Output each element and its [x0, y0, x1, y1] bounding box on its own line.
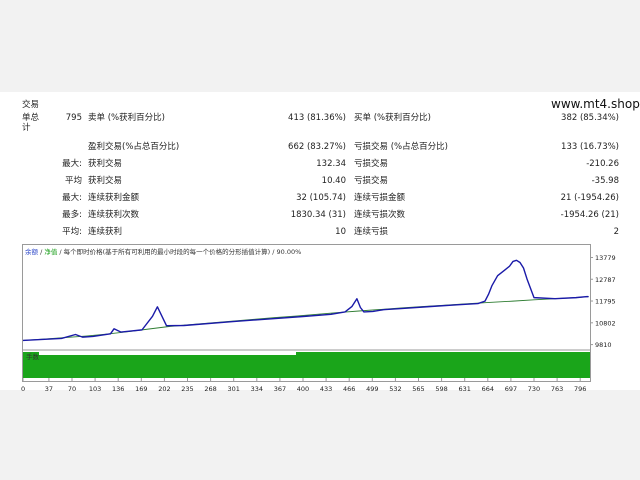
- y-tick-label: 13779: [595, 254, 616, 262]
- x-tick-label: 532: [389, 385, 401, 393]
- average-label: 平均: [64, 176, 82, 186]
- y-tick-label: 9810: [595, 341, 612, 349]
- x-tick-label: 0: [21, 385, 25, 393]
- max-consec-wins-amount-label: 连续获利金额: [88, 193, 140, 203]
- max-consec-profit-count-value: 1830.34 (31): [290, 210, 346, 220]
- volume-label: 手数: [26, 352, 40, 361]
- volume-gap: [39, 352, 296, 355]
- y-tick-label: 11795: [595, 298, 616, 306]
- avg-consec-losses-label: 连续亏损: [354, 227, 389, 237]
- loss-trades-value: 133 (16.73%): [561, 142, 619, 152]
- x-tick-label: 697: [505, 385, 517, 393]
- x-tick-label: 301: [227, 385, 239, 393]
- x-tick-label: 37: [45, 385, 53, 393]
- x-tick-label: 136: [112, 385, 124, 393]
- x-tick-label: 268: [204, 385, 216, 393]
- y-tick-label: 10802: [595, 319, 616, 327]
- largest-label: 最大:: [62, 159, 82, 169]
- x-tick-label: 169: [135, 385, 147, 393]
- avg-consec-losses-value: 2: [613, 227, 619, 237]
- x-tick-label: 235: [181, 385, 193, 393]
- balance-chart: 余额 / 净值 / 每个即时价格(基于所有可利用的最小时段的每一个价格的分形插值…: [21, 244, 616, 393]
- average-loss-value: -35.98: [591, 176, 619, 186]
- total-label: 单总 计: [22, 113, 40, 133]
- stats-row-total: 单总 计 795 卖单 (%获利百分比) 413 (81.36%) 买单 (%获…: [0, 113, 640, 133]
- max-consec-losses-amount-value: 21 (-1954.26): [560, 193, 619, 203]
- chart-svg: 手数 9810 10802 11795 12787 13779 0 37 70 103 136 169…: [21, 254, 616, 393]
- stats-row-max-consec-amount: 最大: 连续获利金额 32 (105.74) 连续亏损金额 21 (-1954.…: [0, 193, 640, 209]
- largest-profit-value: 132.34: [316, 159, 346, 169]
- stats-row-average: 平均 获利交易 10.40 亏损交易 -35.98: [0, 176, 640, 192]
- y-tick-label: 12787: [595, 276, 616, 284]
- max-consec-losses-amount-label: 连续亏损金额: [354, 193, 406, 203]
- average-profit-value: 10.40: [321, 176, 346, 186]
- largest-loss-value: -210.26: [586, 159, 619, 169]
- short-value: 413 (81.36%): [288, 113, 346, 123]
- x-tick-label: 499: [366, 385, 378, 393]
- x-tick-label: 598: [435, 385, 447, 393]
- x-tick-label: 763: [551, 385, 563, 393]
- avg2-label: 平均:: [62, 227, 82, 237]
- x-tick-label: 565: [412, 385, 424, 393]
- max-consec-loss-count-value: -1954.26 (21): [560, 210, 619, 220]
- avg-consec-wins-value: 10: [335, 227, 346, 237]
- x-tick-label: 796: [574, 385, 586, 393]
- x-tick-label: 334: [251, 385, 263, 393]
- stats-row-largest: 最大: 获利交易 132.34 亏损交易 -210.26: [0, 159, 640, 175]
- short-label: 卖单 (%获利百分比): [88, 113, 165, 123]
- loss-trades-label: 亏损交易 (%占总百分比): [354, 142, 448, 152]
- x-tick-label: 103: [89, 385, 101, 393]
- max-consec-loss-count-label: 连续亏损次数: [354, 210, 406, 220]
- profit-trades-label: 盈利交易(%占总百分比): [88, 142, 180, 152]
- x-tick-label: 466: [343, 385, 355, 393]
- series-line-equity: [22, 259, 589, 342]
- profit-trades-value: 662 (83.27%): [288, 142, 346, 152]
- long-label: 买单 (%获利百分比): [354, 113, 431, 123]
- avg-consec-wins-label: 连续获利: [88, 227, 123, 237]
- stats-row-profit-trades: 盈利交易(%占总百分比) 662 (83.27%) 亏损交易 (%占总百分比) …: [0, 142, 640, 158]
- stats-row-avg-consec: 平均: 连续获利 10 连续亏损 2: [0, 227, 640, 243]
- x-tick-label: 367: [274, 385, 286, 393]
- max1-label: 最大:: [62, 193, 82, 203]
- x-tick-label: 631: [458, 385, 470, 393]
- total-trades-value: 795: [65, 113, 82, 123]
- largest-loss-label: 亏损交易: [354, 159, 389, 169]
- x-tick-label: 400: [297, 385, 309, 393]
- largest-profit-label: 获利交易: [88, 159, 123, 169]
- max-consec-profit-count-label: 连续获利次数: [88, 210, 140, 220]
- max-consec-wins-amount-value: 32 (105.74): [296, 193, 346, 203]
- trades-label: 交易: [22, 100, 40, 110]
- x-tick-label: 202: [158, 385, 170, 393]
- x-tick-label: 70: [68, 385, 76, 393]
- long-value: 382 (85.34%): [561, 113, 619, 123]
- average-profit-label: 获利交易: [88, 176, 123, 186]
- average-loss-label: 亏损交易: [354, 176, 389, 186]
- stats-row-max-consec-count: 最多: 连续获利次数 1830.34 (31) 连续亏损次数 -1954.26 …: [0, 210, 640, 226]
- volume-bars: [23, 352, 590, 378]
- x-tick-label: 433: [320, 385, 332, 393]
- x-tick-label: 730: [528, 385, 540, 393]
- x-tick-label: 664: [482, 385, 494, 393]
- max2-label: 最多:: [62, 210, 82, 220]
